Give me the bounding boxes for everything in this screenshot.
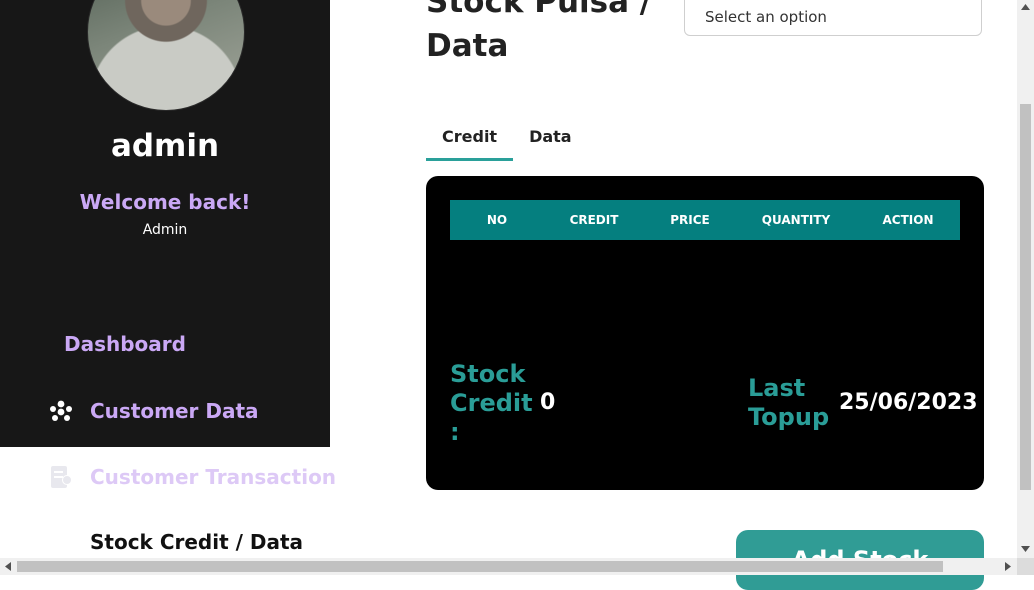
column-header-action: ACTION (882, 213, 934, 227)
stock-credit-label: Stock Credit : (450, 360, 533, 446)
scroll-left-icon[interactable] (5, 562, 11, 571)
column-header-price: PRICE (670, 213, 710, 227)
welcome-text: Welcome back! (79, 190, 251, 214)
scrollbar-corner (1017, 558, 1034, 575)
scroll-up-icon[interactable] (1021, 4, 1030, 10)
horizontal-scrollbar[interactable] (0, 558, 1017, 575)
sidebar: admin Welcome back! Admin Dashboard Cust… (0, 0, 330, 447)
nav-customer-transaction[interactable]: Customer Transaction (48, 464, 336, 490)
column-header-no: NO (486, 213, 508, 227)
last-topup-label: Last Topup (748, 374, 830, 431)
last-topup-value: 25/06/2023 (839, 390, 978, 415)
nav-customer-data-label: Customer Data (90, 399, 259, 423)
tab-bar: Credit Data (426, 120, 588, 161)
tab-credit[interactable]: Credit (426, 120, 514, 161)
horizontal-scroll-thumb[interactable] (17, 561, 943, 572)
tab-data[interactable]: Data (513, 120, 588, 161)
nav-stock-label: Stock Credit / Data (90, 530, 304, 554)
user-role: Admin (142, 222, 188, 238)
vertical-scrollbar[interactable] (1017, 0, 1034, 560)
vertical-scroll-thumb[interactable] (1020, 104, 1031, 490)
column-header-credit: CREDIT (569, 213, 619, 227)
receipt-icon (48, 464, 74, 490)
scroll-right-icon[interactable] (1005, 562, 1011, 571)
page-title: Stock Pulsa / Data (426, 0, 652, 64)
nav-dashboard[interactable]: Dashboard (64, 332, 186, 356)
option-select[interactable]: Select an option (684, 0, 982, 36)
user-name: admin (110, 128, 220, 164)
nav-customer-transaction-label: Customer Transaction (90, 465, 337, 489)
nav-dashboard-label: Dashboard (64, 332, 186, 356)
nav-customer-data[interactable]: Customer Data (48, 398, 259, 424)
avatar (87, 0, 245, 111)
table-header: NO CREDIT PRICE QUANTITY ACTION (450, 200, 960, 240)
stock-card: NO CREDIT PRICE QUANTITY ACTION Stock Cr… (426, 176, 984, 490)
stock-credit-value: 0 (540, 390, 556, 415)
select-placeholder: Select an option (705, 8, 827, 26)
scroll-down-icon[interactable] (1021, 546, 1030, 552)
people-icon (48, 398, 74, 424)
column-header-quantity: QUANTITY (761, 213, 831, 227)
nav-stock-credit-data[interactable]: Stock Credit / Data (90, 530, 303, 554)
